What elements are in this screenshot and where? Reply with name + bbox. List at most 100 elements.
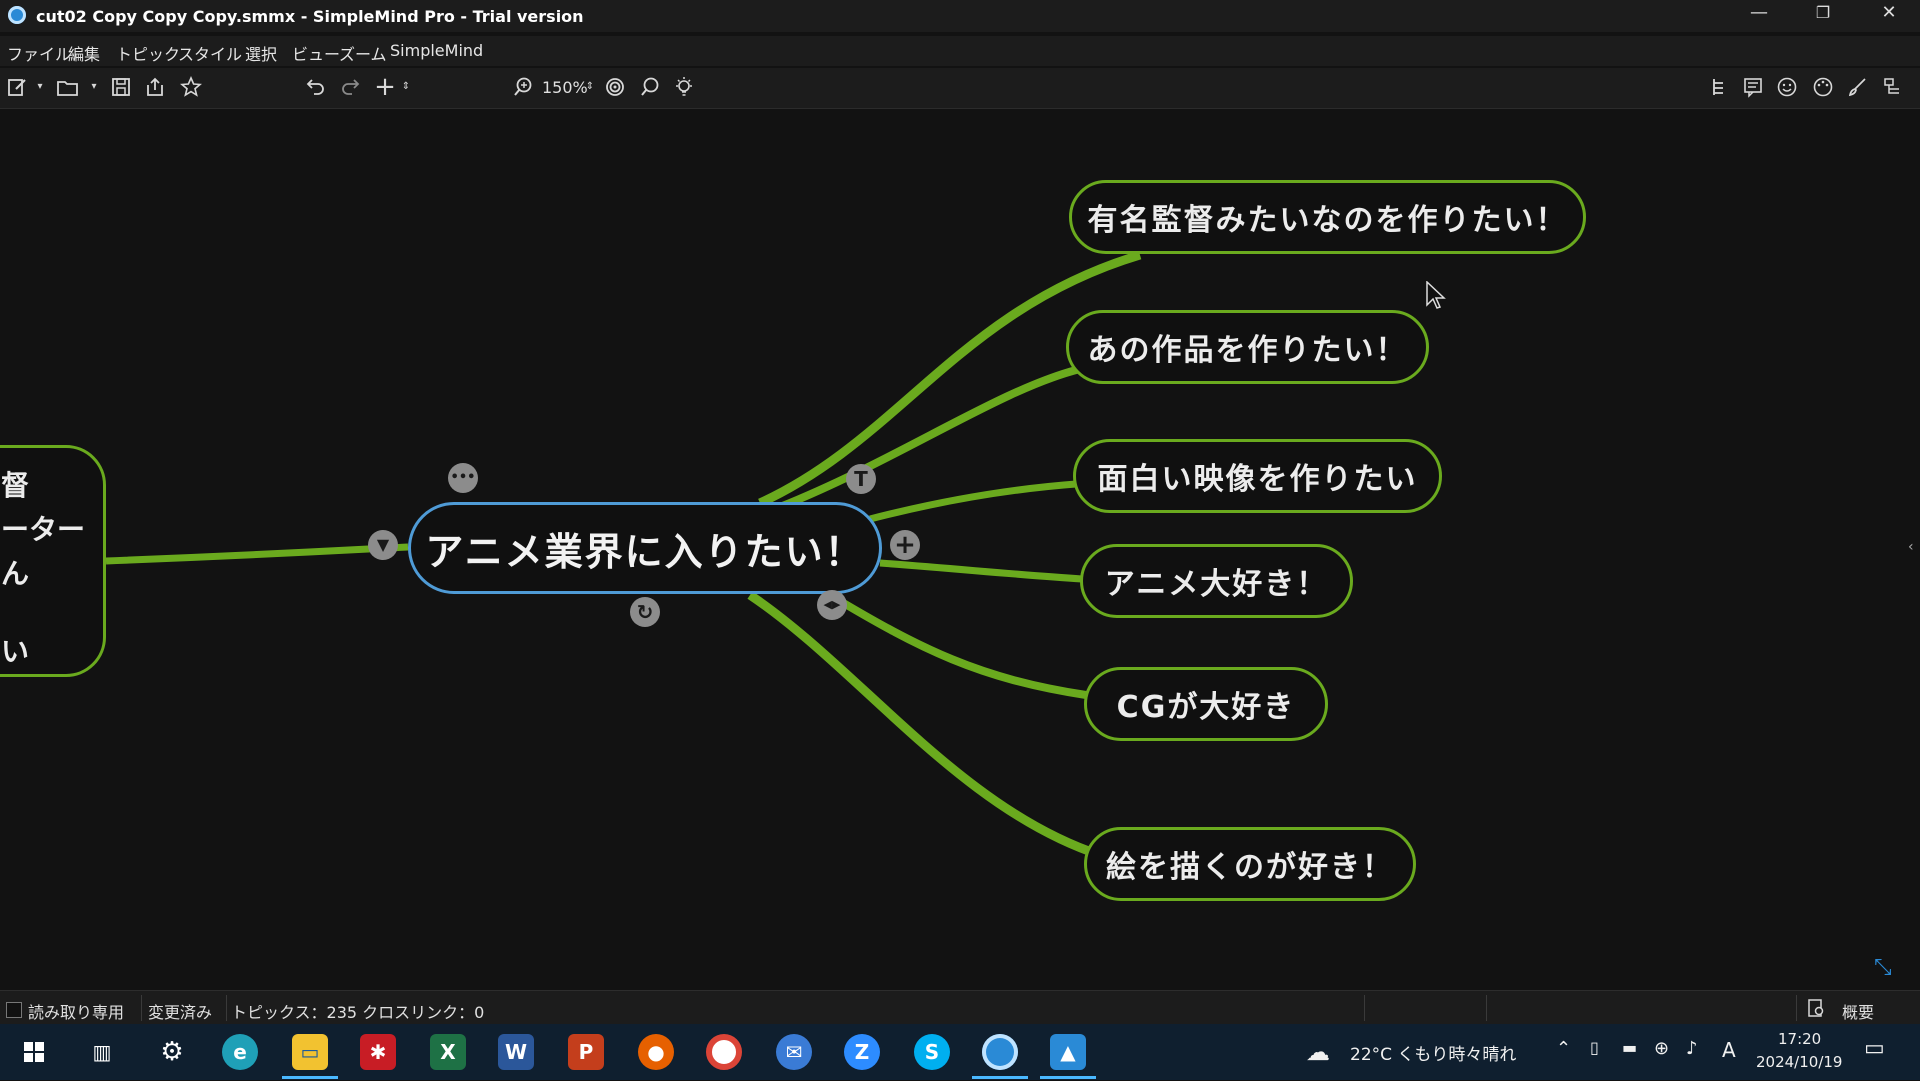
menu-bar: ファイル 編集 トピック スタイル 選択 ビュー ズーム SimpleMind bbox=[0, 36, 1920, 66]
powerpoint-icon[interactable]: P bbox=[568, 1034, 604, 1070]
central-topic[interactable]: アニメ業界に入りたい！ bbox=[408, 502, 882, 594]
toolbar: ▾ ▾ + ⇕ 150% ⇕ bbox=[0, 68, 1920, 109]
left-node-line: ーター bbox=[1, 513, 86, 546]
child-topic[interactable]: あの作品を作りたい！ bbox=[1066, 310, 1429, 384]
word-icon[interactable]: W bbox=[498, 1034, 534, 1070]
weather-icon[interactable]: ☁ bbox=[1306, 1038, 1330, 1066]
emoji-icon[interactable] bbox=[1776, 76, 1798, 98]
settings-icon[interactable]: ⚙ bbox=[154, 1034, 190, 1070]
tray-device-icon[interactable]: ▯ bbox=[1590, 1038, 1599, 1057]
weather-text[interactable]: 22°C くもり時々晴れ bbox=[1350, 1040, 1516, 1065]
overview-icon[interactable] bbox=[1806, 998, 1826, 1018]
share-icon[interactable] bbox=[144, 76, 166, 98]
child-topic[interactable]: 絵を描くのが好き！ bbox=[1084, 827, 1416, 901]
add-child-handle[interactable]: + bbox=[890, 530, 920, 560]
side-panel-toggle-icon[interactable]: ‹ bbox=[1908, 539, 1918, 579]
taskbar: ▥ ⚙ e ▭ ✱ X W P ● ✉ Z S ▲ ☁ 22°C くもり時々晴れ… bbox=[0, 1024, 1920, 1080]
zoom-level[interactable]: 150% bbox=[542, 78, 588, 97]
notes-icon[interactable] bbox=[1742, 76, 1764, 98]
menu-topic[interactable]: トピック bbox=[116, 41, 180, 65]
tray-overflow-icon[interactable]: ⌃ bbox=[1556, 1038, 1571, 1059]
status-separator bbox=[141, 995, 142, 1021]
overview-button[interactable]: 概要 bbox=[1842, 999, 1874, 1023]
chrome-icon[interactable] bbox=[706, 1034, 742, 1070]
battery-icon[interactable]: ▬ bbox=[1622, 1038, 1637, 1057]
task-view-icon[interactable]: ▥ bbox=[84, 1034, 120, 1070]
child-topic[interactable]: 有名監督みたいなのを作りたい！ bbox=[1069, 180, 1586, 254]
zoom-dropdown-icon[interactable]: ⇕ bbox=[584, 76, 596, 98]
close-button[interactable]: ✕ bbox=[1866, 0, 1912, 28]
menu-file[interactable]: ファイル bbox=[7, 41, 71, 65]
left-node-line: 督 bbox=[1, 469, 30, 502]
menu-edit[interactable]: 編集 bbox=[68, 41, 100, 65]
child-topic[interactable]: 面白い映像を作りたい bbox=[1073, 439, 1442, 513]
zoom-app-icon[interactable]: Z bbox=[844, 1034, 880, 1070]
app-red-icon[interactable]: ✱ bbox=[360, 1034, 396, 1070]
focus-target-icon[interactable] bbox=[604, 76, 626, 98]
edge-icon[interactable]: e bbox=[222, 1034, 258, 1070]
menu-select[interactable]: 選択 bbox=[245, 41, 277, 65]
open-folder-icon[interactable] bbox=[56, 76, 80, 98]
file-explorer-icon[interactable]: ▭ bbox=[292, 1034, 328, 1070]
readonly-checkbox[interactable] bbox=[6, 1002, 22, 1018]
style-palette-icon[interactable] bbox=[1812, 76, 1834, 98]
readonly-label: 読み取り専用 bbox=[28, 1003, 125, 1022]
text-handle[interactable]: T bbox=[846, 464, 876, 494]
left-parent-topic[interactable]: 督 ーター ん い bbox=[0, 445, 106, 677]
window-title: cut02 Copy Copy Copy.smmx - SimpleMind P… bbox=[36, 7, 584, 26]
status-separator bbox=[226, 995, 227, 1021]
skype-icon[interactable]: S bbox=[914, 1034, 950, 1070]
child-topic[interactable]: CGが大好き bbox=[1084, 667, 1328, 741]
status-bar: 読み取り専用 変更済み トピックス：235 クロスリンク：0 概要 bbox=[0, 990, 1920, 1025]
more-options-handle[interactable]: ••• bbox=[448, 463, 478, 493]
collapse-handle[interactable]: ▼ bbox=[368, 530, 398, 560]
status-separator bbox=[1796, 995, 1797, 1021]
status-separator bbox=[1486, 995, 1487, 1021]
topic-stats: トピックス：235 クロスリンク：0 bbox=[231, 1003, 485, 1022]
brush-icon[interactable] bbox=[1846, 76, 1868, 98]
new-dropdown-icon[interactable]: ▾ bbox=[34, 76, 46, 98]
search-icon[interactable] bbox=[639, 76, 661, 98]
network-globe-icon[interactable]: ⊕ bbox=[1654, 1038, 1669, 1059]
move-handle[interactable]: ◀▶ bbox=[817, 590, 847, 620]
redo-icon[interactable] bbox=[340, 76, 362, 98]
start-icon[interactable] bbox=[16, 1034, 52, 1070]
volume-icon[interactable]: ♪ bbox=[1686, 1038, 1698, 1059]
photos-icon[interactable]: ▲ bbox=[1050, 1034, 1086, 1070]
firefox-icon[interactable]: ● bbox=[638, 1034, 674, 1070]
status-separator bbox=[1364, 995, 1365, 1021]
undo-icon[interactable] bbox=[304, 76, 326, 98]
layout-icon[interactable] bbox=[1882, 76, 1904, 98]
mail-icon[interactable]: ✉ bbox=[776, 1034, 812, 1070]
mouse-cursor-icon bbox=[1426, 281, 1446, 309]
simplemind-icon[interactable] bbox=[982, 1034, 1018, 1070]
restore-button[interactable]: ❐ bbox=[1800, 0, 1846, 28]
save-icon[interactable] bbox=[110, 76, 132, 98]
favorite-star-icon[interactable] bbox=[180, 76, 202, 98]
resize-arrow-icon[interactable]: ⤡ bbox=[1874, 955, 1892, 980]
notification-center-icon[interactable]: ▭ bbox=[1864, 1036, 1885, 1061]
add-topic-dropdown-icon[interactable]: ⇕ bbox=[400, 76, 412, 98]
clock-date[interactable]: 2024/10/19 bbox=[1756, 1053, 1842, 1071]
menu-zoom[interactable]: ズーム bbox=[339, 41, 387, 65]
new-document-icon[interactable] bbox=[6, 76, 28, 98]
ime-indicator[interactable]: A bbox=[1722, 1038, 1736, 1062]
zoom-icon[interactable] bbox=[512, 76, 534, 98]
child-topic[interactable]: アニメ大好き！ bbox=[1080, 544, 1353, 618]
branch-connectors bbox=[105, 250, 1142, 860]
rotate-handle[interactable]: ↻ bbox=[630, 597, 660, 627]
add-topic-icon[interactable]: + bbox=[374, 74, 396, 100]
menu-simplemind[interactable]: SimpleMind bbox=[390, 41, 483, 60]
mindmap-canvas[interactable]: 督 ーター ん い アニメ業界に入りたい！ 有名監督みたいなのを作りたい！ あの… bbox=[0, 109, 1914, 989]
menu-view[interactable]: ビュー bbox=[292, 41, 340, 65]
brainstorm-bulb-icon[interactable] bbox=[673, 76, 695, 98]
open-dropdown-icon[interactable]: ▾ bbox=[88, 76, 100, 98]
excel-icon[interactable]: X bbox=[430, 1034, 466, 1070]
modified-status: 変更済み bbox=[148, 1003, 213, 1022]
active-app-indicator bbox=[1040, 1076, 1096, 1079]
outline-icon[interactable] bbox=[1708, 76, 1730, 98]
minimize-button[interactable]: — bbox=[1736, 0, 1782, 28]
clock-time[interactable]: 17:20 bbox=[1778, 1030, 1821, 1048]
active-app-indicator bbox=[972, 1076, 1028, 1079]
menu-style[interactable]: スタイル bbox=[178, 41, 242, 65]
